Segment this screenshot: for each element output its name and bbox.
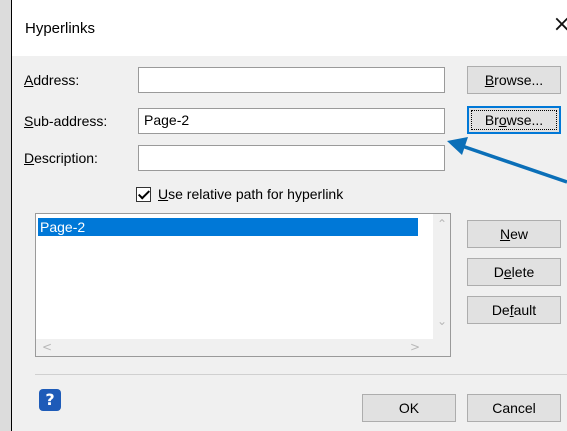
scroll-right-icon[interactable]: > bbox=[410, 340, 420, 354]
scroll-down-icon[interactable]: ⌄ bbox=[437, 314, 447, 328]
title-bar: Hyperlinks × bbox=[12, 0, 567, 56]
scroll-up-icon[interactable]: ⌃ bbox=[437, 217, 447, 231]
hyperlinks-dialog: Hyperlinks × Address: Browse... Sub-addr… bbox=[11, 0, 567, 431]
close-icon[interactable]: × bbox=[553, 14, 567, 36]
address-label: Address: bbox=[24, 72, 80, 88]
description-input[interactable] bbox=[138, 145, 445, 171]
dialog-title: Hyperlinks bbox=[25, 20, 96, 37]
browse-address-button[interactable]: Browse... bbox=[467, 66, 561, 94]
hyperlink-list[interactable]: Page-2 ⌃ ⌄ < > bbox=[35, 213, 451, 357]
default-button[interactable]: Default bbox=[467, 296, 561, 324]
cancel-button[interactable]: Cancel bbox=[467, 394, 561, 422]
list-item[interactable]: Page-2 bbox=[38, 218, 418, 236]
background-strip bbox=[0, 0, 11, 431]
description-label: Description: bbox=[24, 150, 98, 166]
help-icon[interactable]: ? bbox=[39, 389, 61, 411]
delete-button[interactable]: Delete bbox=[467, 258, 561, 286]
new-button[interactable]: New bbox=[467, 220, 561, 248]
scroll-left-icon[interactable]: < bbox=[42, 340, 52, 354]
subaddress-input[interactable]: Page-2 bbox=[138, 108, 445, 134]
horizontal-scrollbar[interactable]: < > bbox=[36, 339, 450, 356]
ok-button[interactable]: OK bbox=[362, 394, 456, 422]
vertical-scrollbar[interactable]: ⌃ ⌄ bbox=[433, 214, 450, 339]
footer-separator bbox=[35, 374, 567, 375]
browse-subaddress-button[interactable]: Browse... bbox=[467, 106, 561, 134]
relative-path-label[interactable]: Use relative path for hyperlink bbox=[158, 186, 343, 202]
relative-path-checkbox[interactable] bbox=[136, 187, 151, 202]
address-input[interactable] bbox=[138, 67, 445, 93]
subaddress-label: Sub-address: bbox=[24, 113, 108, 129]
